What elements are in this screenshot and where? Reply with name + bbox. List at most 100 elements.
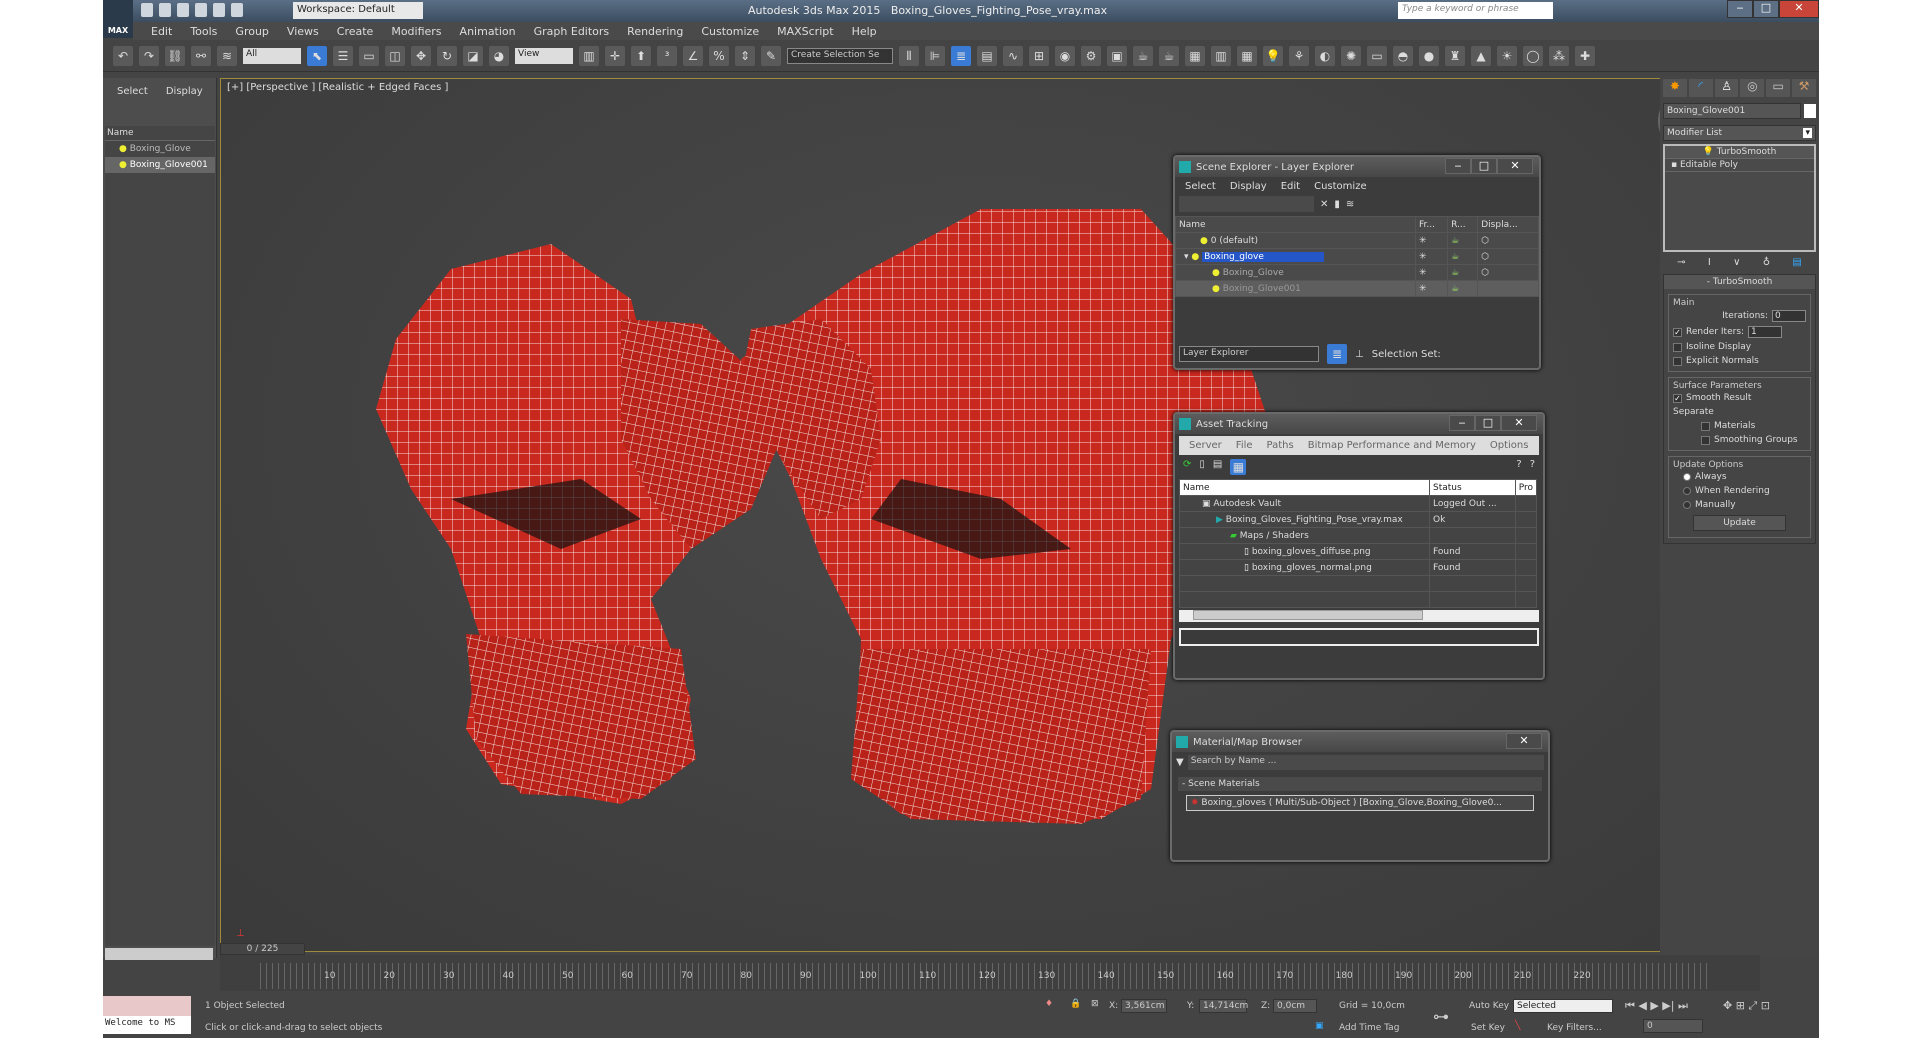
key-filters-button[interactable]: Key Filters...: [1547, 1023, 1602, 1033]
horizontal-scrollbar[interactable]: [105, 948, 213, 960]
select-object-icon[interactable]: ⬉: [307, 45, 327, 66]
menu-create[interactable]: Create: [337, 25, 374, 38]
always-radio[interactable]: [1683, 473, 1691, 481]
search-field[interactable]: [1179, 196, 1314, 212]
snap-toggle-icon[interactable]: ³: [657, 45, 677, 66]
playback-controls[interactable]: ⏮ ◀ ▶ ▶| ⏭: [1625, 999, 1688, 1013]
rect-selection-icon[interactable]: ▭: [359, 45, 379, 66]
vray-light-icon[interactable]: 💡: [1263, 45, 1283, 66]
ambient-icon[interactable]: ◯: [1523, 45, 1543, 66]
vray-toolbar-icon[interactable]: ▥: [1211, 45, 1231, 66]
table-row[interactable]: ● Boxing_Glove ✳ ☕ ⬡: [1175, 264, 1539, 281]
motion-tab-icon[interactable]: ◎: [1740, 79, 1765, 97]
unlink-icon[interactable]: ⚯: [191, 45, 211, 66]
column-header-name[interactable]: Name: [105, 126, 215, 141]
render-iters-checkbox[interactable]: ✓: [1673, 327, 1682, 337]
edit-named-selection-icon[interactable]: ✎: [761, 45, 781, 66]
menu-server[interactable]: Server: [1189, 440, 1222, 451]
manipulate-icon[interactable]: ✛: [605, 45, 625, 66]
iterations-spinner[interactable]: 0: [1772, 310, 1806, 322]
help-search-input[interactable]: Type a keyword or phrase: [1398, 2, 1553, 19]
table-row[interactable]: ● 0 (default) ✳ ☕ ⬡: [1175, 232, 1539, 249]
stack-item-turbosmooth[interactable]: 💡 TurboSmooth: [1665, 146, 1814, 159]
sort-by-layer-icon[interactable]: ≣: [1327, 344, 1347, 364]
place-icon[interactable]: ◕: [489, 45, 509, 66]
utilities-tab-icon[interactable]: ⚒: [1792, 79, 1816, 97]
close-button[interactable]: ✕: [1506, 733, 1542, 749]
add-time-tag-button[interactable]: Add Time Tag: [1339, 1023, 1399, 1033]
keyboard-shortcut-icon[interactable]: ⬆: [631, 45, 651, 66]
table-row[interactable]: ▰ Maps / Shaders: [1179, 527, 1538, 544]
menu-tools[interactable]: Tools: [190, 25, 217, 38]
help-icon[interactable]: ?: [1516, 459, 1521, 475]
set-key-button[interactable]: Set Key: [1471, 1023, 1505, 1033]
menu-views[interactable]: Views: [287, 25, 319, 38]
smoothing-groups-checkbox[interactable]: [1701, 435, 1710, 445]
menu-paths[interactable]: Paths: [1267, 440, 1294, 451]
update-button[interactable]: Update: [1693, 515, 1786, 531]
add-to-layer-icon[interactable]: ≋: [1346, 199, 1354, 210]
vray-sphere-icon[interactable]: ◐: [1315, 45, 1335, 66]
object-name-field[interactable]: Boxing_Glove001: [1663, 103, 1801, 119]
project-folder-icon[interactable]: [231, 3, 243, 17]
selection-filter-dropdown[interactable]: All: [243, 47, 301, 64]
column-freeze[interactable]: Fr...: [1414, 216, 1449, 233]
menu-display[interactable]: Display: [1230, 181, 1267, 192]
sort-by-hierarchy-icon[interactable]: ⊥: [1355, 349, 1364, 360]
current-frame-field[interactable]: 0: [1643, 1019, 1703, 1033]
table-row[interactable]: ▾ ● Boxing_glove ✳ ☕ ⬡: [1175, 248, 1539, 265]
timeline[interactable]: 0 / 225 10 20 30 40 50 60 70 80 90 100 110 120 130 14…: [220, 943, 1760, 991]
workspace-dropdown[interactable]: Workspace: Default: [293, 2, 423, 19]
search-by-name-input[interactable]: Search by Name ...: [1187, 755, 1544, 770]
refresh-icon[interactable]: ⟳: [1183, 459, 1191, 475]
material-item[interactable]: ✸ Boxing_gloves ( Multi/Sub-Object ) [Bo…: [1186, 795, 1534, 811]
menu-maxscript[interactable]: MAXScript: [777, 25, 833, 38]
x-coordinate-field[interactable]: 3,561cm: [1121, 999, 1167, 1013]
menu-customize[interactable]: Customize: [701, 25, 759, 38]
ribbon-icon[interactable]: ▤: [977, 45, 997, 66]
configure-sets-icon[interactable]: ▤: [1792, 257, 1801, 268]
list-item[interactable]: ● Boxing_Glove001: [105, 157, 215, 173]
maximize-button[interactable]: □: [1753, 0, 1779, 18]
percent-snap-icon[interactable]: %: [709, 45, 729, 66]
mirror-icon[interactable]: ⫴: [899, 45, 919, 66]
vray-table-icon[interactable]: ▦: [1237, 45, 1257, 66]
scale-icon[interactable]: ◪: [463, 45, 483, 66]
proxy-icon[interactable]: ⁂: [1549, 45, 1569, 66]
undo-icon[interactable]: ↶: [113, 45, 133, 66]
vray-fx-icon[interactable]: ✺: [1341, 45, 1361, 66]
vray-render-icon[interactable]: ☕: [1159, 45, 1179, 66]
curve-editor-icon[interactable]: ∿: [1003, 45, 1023, 66]
vray-camera-icon[interactable]: ⚘: [1289, 45, 1309, 66]
rollout-header[interactable]: - TurboSmooth: [1664, 275, 1815, 289]
auto-key-button[interactable]: Auto Key: [1469, 1001, 1509, 1011]
menu-modifiers[interactable]: Modifiers: [391, 25, 441, 38]
close-button[interactable]: ✕: [1501, 415, 1537, 431]
maxscript-mini-listener[interactable]: Welcome to MS: [103, 1016, 191, 1034]
redo-icon[interactable]: [213, 3, 225, 17]
horizontal-scrollbar[interactable]: [1179, 610, 1539, 622]
key-icon[interactable]: ⊶: [1433, 1007, 1449, 1026]
materials-checkbox[interactable]: [1701, 421, 1710, 431]
make-unique-icon[interactable]: ∨: [1733, 257, 1740, 268]
named-selection-dropdown[interactable]: Create Selection Se: [787, 47, 893, 64]
table-row[interactable]: ▯ boxing_gloves_normal.png Found: [1179, 559, 1538, 576]
ies-light-icon[interactable]: ♜: [1445, 45, 1465, 66]
new-layer-icon[interactable]: ▮: [1334, 199, 1340, 210]
column-name[interactable]: Name: [1175, 216, 1416, 233]
menu-bitmap-performance[interactable]: Bitmap Performance and Memory: [1308, 440, 1476, 451]
menu-customize[interactable]: Customize: [1314, 181, 1367, 192]
menu-animation[interactable]: Animation: [460, 25, 516, 38]
z-coordinate-field[interactable]: 0,0cm: [1273, 999, 1317, 1013]
menu-options[interactable]: Options: [1490, 440, 1529, 451]
dome-light-icon[interactable]: ◓: [1393, 45, 1413, 66]
when-rendering-radio[interactable]: [1683, 487, 1691, 495]
menu-rendering[interactable]: Rendering: [627, 25, 683, 38]
tab-display[interactable]: Display: [166, 86, 203, 97]
menu-group[interactable]: Group: [235, 25, 269, 38]
menu-help[interactable]: Help: [852, 25, 877, 38]
save-icon[interactable]: [177, 3, 189, 17]
redo-icon[interactable]: ↷: [139, 45, 159, 66]
render-iters-spinner[interactable]: 1: [1748, 326, 1783, 338]
y-coordinate-field[interactable]: 14,714cm: [1199, 999, 1248, 1013]
